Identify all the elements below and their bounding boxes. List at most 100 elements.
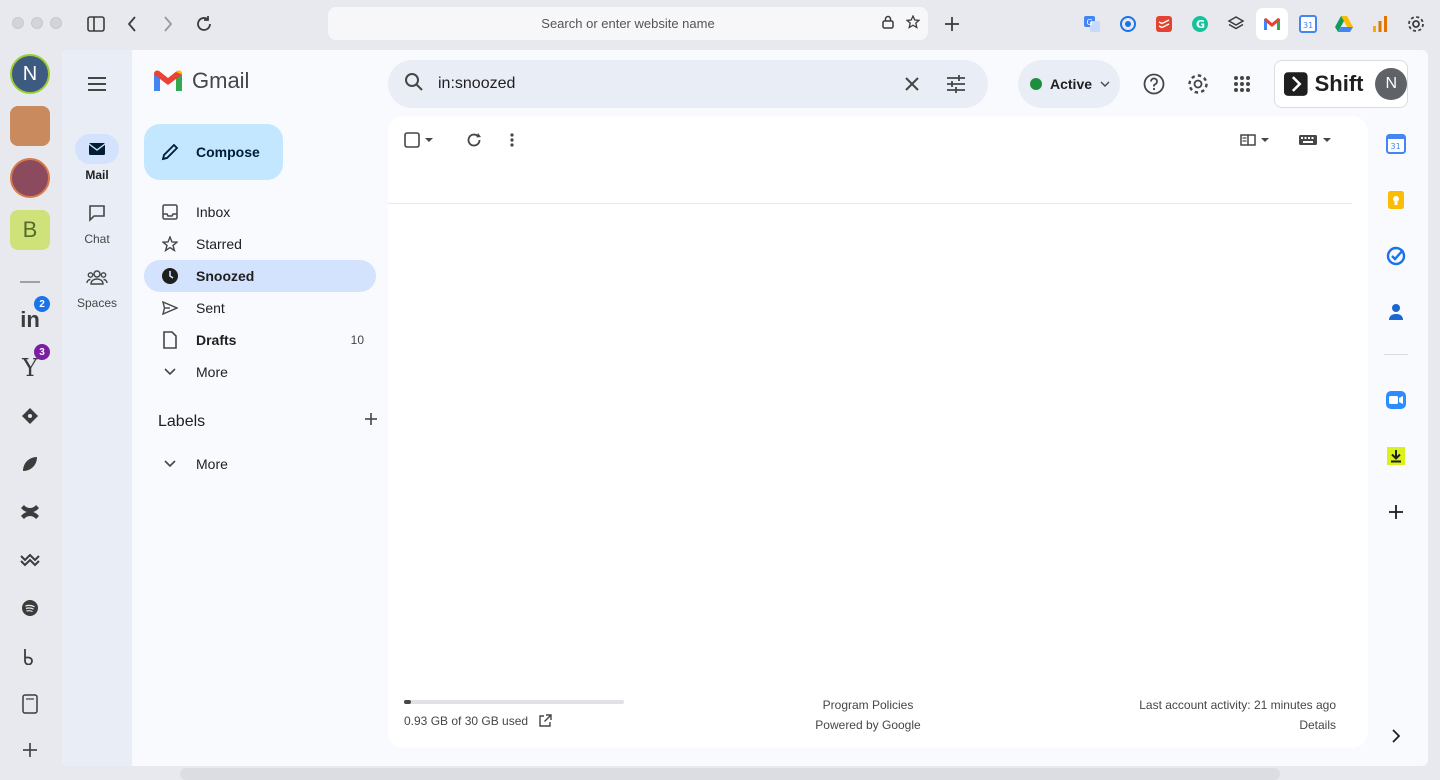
refresh-icon[interactable] [466, 130, 482, 150]
account-avatar-letter: N [1385, 75, 1398, 92]
translate-extension-icon[interactable]: G [1080, 12, 1104, 36]
split-pane-toggle[interactable] [1240, 130, 1270, 150]
profile-avatar[interactable]: N [10, 54, 50, 94]
account-activity: Last account activity: 21 minutes ago De… [1139, 695, 1336, 735]
folder-inbox[interactable]: Inbox [144, 196, 376, 228]
rail-item-spaces[interactable]: Spaces [62, 262, 132, 310]
app-badge-icon[interactable] [10, 158, 50, 198]
calendar-app-icon[interactable]: 31 [1382, 130, 1410, 158]
password-extension-icon[interactable] [1116, 12, 1140, 36]
calendar-extension-icon[interactable]: 31 [1296, 12, 1320, 36]
layers-extension-icon[interactable] [1224, 12, 1248, 36]
program-policies-link[interactable]: Program Policies [788, 695, 948, 715]
app-b-letter: B [22, 217, 38, 242]
sidebar-toggle-icon[interactable] [84, 12, 108, 36]
bookmark-star-icon[interactable] [905, 14, 921, 32]
confluence-app-icon[interactable] [10, 492, 50, 532]
keyboard-icon [1299, 135, 1317, 145]
linkedin-icon[interactable]: in 2 [10, 296, 50, 340]
tasks-app-icon[interactable] [1382, 242, 1410, 270]
rail-item-chat[interactable]: Chat [62, 198, 132, 246]
contacts-app-icon[interactable] [1382, 298, 1410, 326]
rail-label-spaces: Spaces [76, 296, 118, 310]
status-chip[interactable]: Active [1018, 60, 1120, 108]
browser-settings-icon[interactable] [1404, 12, 1428, 36]
shift-account-switcher[interactable]: Shift N [1274, 60, 1408, 108]
close-window-button[interactable] [12, 17, 24, 29]
shift-label: Shift [1314, 71, 1364, 96]
expand-panel-icon[interactable] [1382, 722, 1410, 750]
zoom-app-icon[interactable] [1382, 386, 1410, 414]
search-options-icon[interactable] [940, 68, 972, 100]
download-app-icon[interactable] [1382, 442, 1410, 470]
leaf-app-icon[interactable] [10, 444, 50, 484]
new-tab-icon[interactable] [940, 12, 964, 36]
labels-section-header: Labels [158, 412, 378, 431]
forward-icon[interactable] [156, 12, 180, 36]
get-addons-icon[interactable] [1382, 498, 1410, 526]
analytics-extension-icon[interactable] [1368, 12, 1392, 36]
settings-gear-icon[interactable] [1184, 70, 1212, 98]
gmail-logo[interactable]: Gmail [152, 68, 249, 94]
mail-folders: Inbox Starred Snoozed Sent Drafts 10 Mor… [144, 196, 376, 388]
folder-starred[interactable]: Starred [144, 228, 376, 260]
folder-label: Inbox [196, 204, 231, 220]
storage-usage-bar [404, 700, 624, 704]
external-link-icon[interactable] [538, 714, 552, 728]
caret-down-icon [1261, 138, 1269, 142]
add-app-icon[interactable] [10, 730, 50, 770]
address-bar[interactable]: Search or enter website name [328, 7, 928, 40]
rail-label-mail: Mail [85, 168, 109, 182]
profile-avatar-letter: N [22, 62, 38, 85]
main-menu-icon[interactable] [84, 71, 110, 97]
notebook-app-icon[interactable] [10, 684, 50, 724]
spotify-icon[interactable] [10, 588, 50, 628]
send-icon [160, 298, 180, 318]
app-dock: N B in 2 Y 3 [0, 48, 60, 780]
app-photo-icon[interactable] [10, 106, 50, 146]
caret-down-icon [1323, 138, 1331, 142]
yahoo-icon[interactable]: Y 3 [10, 344, 50, 388]
details-link[interactable]: Details [1139, 715, 1336, 735]
compose-label: Compose [196, 144, 260, 160]
reload-icon[interactable] [192, 12, 216, 36]
folder-sent[interactable]: Sent [144, 292, 376, 324]
search-icon[interactable] [404, 72, 424, 97]
diamond-app-icon[interactable] [10, 396, 50, 436]
minimize-window-button[interactable] [31, 17, 43, 29]
window-bottom-shadow [180, 768, 1280, 780]
clear-search-icon[interactable] [896, 68, 928, 100]
gmail-extension-icon[interactable] [1256, 8, 1288, 40]
select-all-checkbox[interactable] [404, 130, 434, 150]
input-tools-toggle[interactable] [1298, 130, 1332, 150]
grammarly-extension-icon[interactable]: G [1188, 12, 1212, 36]
labels-more-item[interactable]: More [144, 448, 376, 480]
todoist-extension-icon[interactable] [1152, 12, 1176, 36]
toolbar-divider [388, 203, 1352, 204]
add-label-icon[interactable] [364, 412, 378, 431]
b-app-icon[interactable] [10, 636, 50, 676]
folder-more[interactable]: More [144, 356, 376, 388]
account-avatar[interactable]: N [1375, 68, 1407, 100]
more-options-icon[interactable] [510, 130, 514, 150]
app-b-icon[interactable]: B [10, 210, 50, 250]
back-icon[interactable] [120, 12, 144, 36]
svg-text:G: G [1196, 18, 1205, 31]
side-panel: 31 [1370, 116, 1426, 766]
folder-snoozed[interactable]: Snoozed [144, 260, 376, 292]
folder-label: Starred [196, 236, 242, 252]
folder-label: Sent [196, 300, 225, 316]
drive-extension-icon[interactable] [1332, 12, 1356, 36]
folder-drafts[interactable]: Drafts 10 [144, 324, 376, 356]
stack-app-icon[interactable] [10, 540, 50, 580]
rail-item-mail[interactable]: Mail [62, 134, 132, 182]
folder-label: More [196, 364, 228, 380]
compose-button[interactable]: Compose [144, 124, 283, 180]
search-input[interactable] [438, 75, 884, 93]
help-icon[interactable] [1140, 70, 1168, 98]
zoom-window-button[interactable] [50, 17, 62, 29]
gmail-logo-icon [154, 70, 182, 91]
apps-grid-icon[interactable] [1228, 70, 1256, 98]
shift-logo-icon [1283, 72, 1308, 96]
keep-app-icon[interactable] [1382, 186, 1410, 214]
